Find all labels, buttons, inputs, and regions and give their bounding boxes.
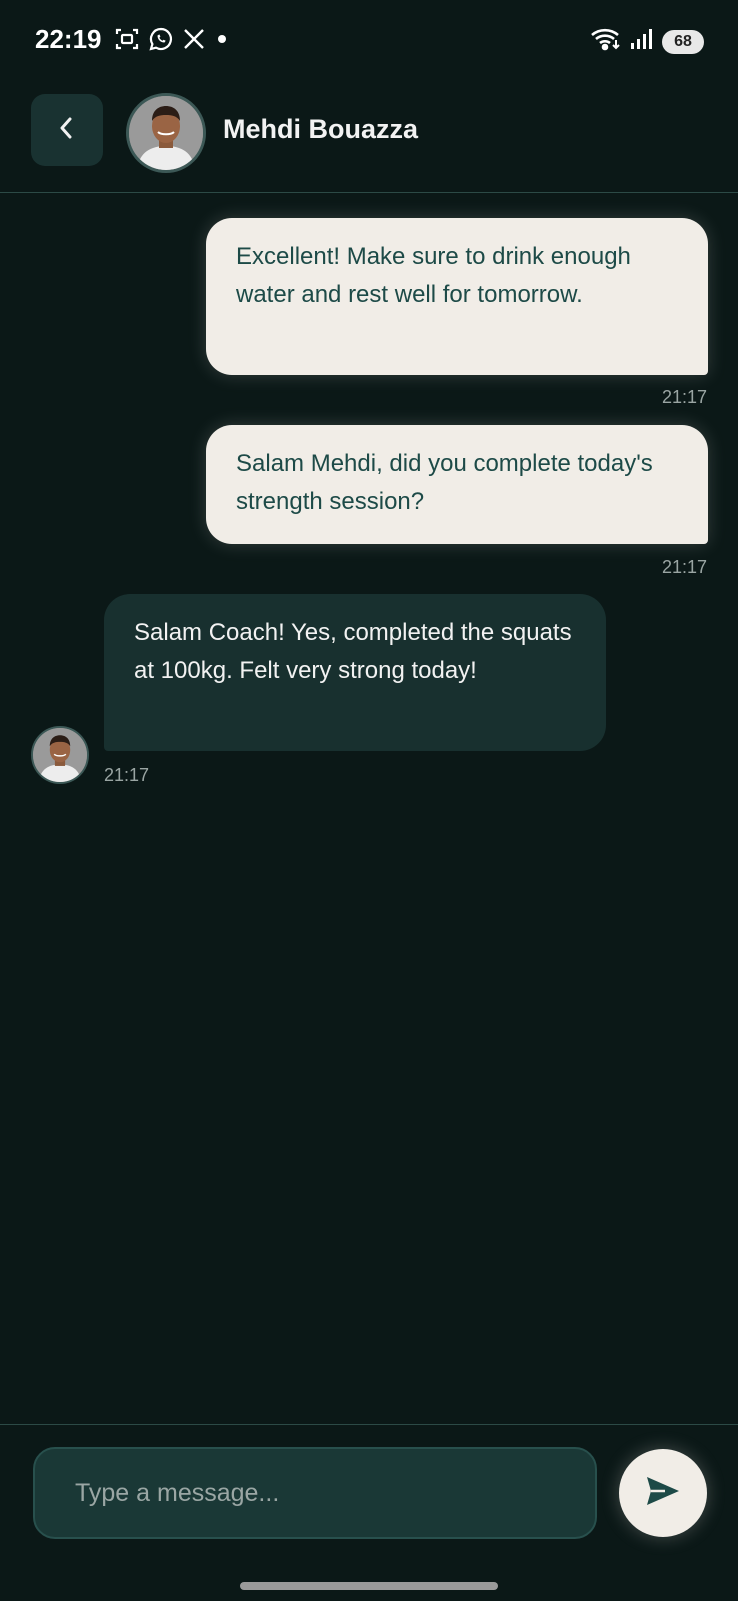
message-bubble-outgoing[interactable]: Excellent! Make sure to drink enough wat… [206,218,708,375]
chat-header: Mehdi Bouazza [0,80,738,193]
message-bubble-incoming[interactable]: Salam Coach! Yes, completed the squats a… [104,594,606,751]
contact-avatar[interactable] [126,93,206,173]
sender-avatar [31,726,89,784]
signal-icon [630,27,654,56]
message-composer [0,1424,738,1601]
message-time: 21:17 [104,765,150,785]
notification-icons [114,26,230,52]
message-bubble-outgoing[interactable]: Salam Mehdi, did you complete today's st… [206,425,708,544]
status-time: 22:19 [35,24,102,54]
screenshot-icon [114,26,140,52]
back-button[interactable] [31,94,103,166]
home-indicator[interactable] [240,1582,498,1590]
battery-indicator: 68 [662,29,704,54]
wifi-icon [590,26,622,57]
contact-name[interactable]: Mehdi Bouazza [223,114,418,145]
message-time: 21:17 [661,387,707,407]
chevron-left-icon [54,115,80,146]
whatsapp-icon [148,26,174,52]
message-input[interactable] [33,1447,597,1539]
send-icon [645,1475,681,1512]
system-icons: 68 [590,26,704,57]
status-bar: 22:19 68 [0,0,738,80]
dot-icon [214,31,230,47]
x-icon [182,27,206,51]
message-time: 21:17 [661,557,707,577]
send-button[interactable] [619,1449,707,1537]
